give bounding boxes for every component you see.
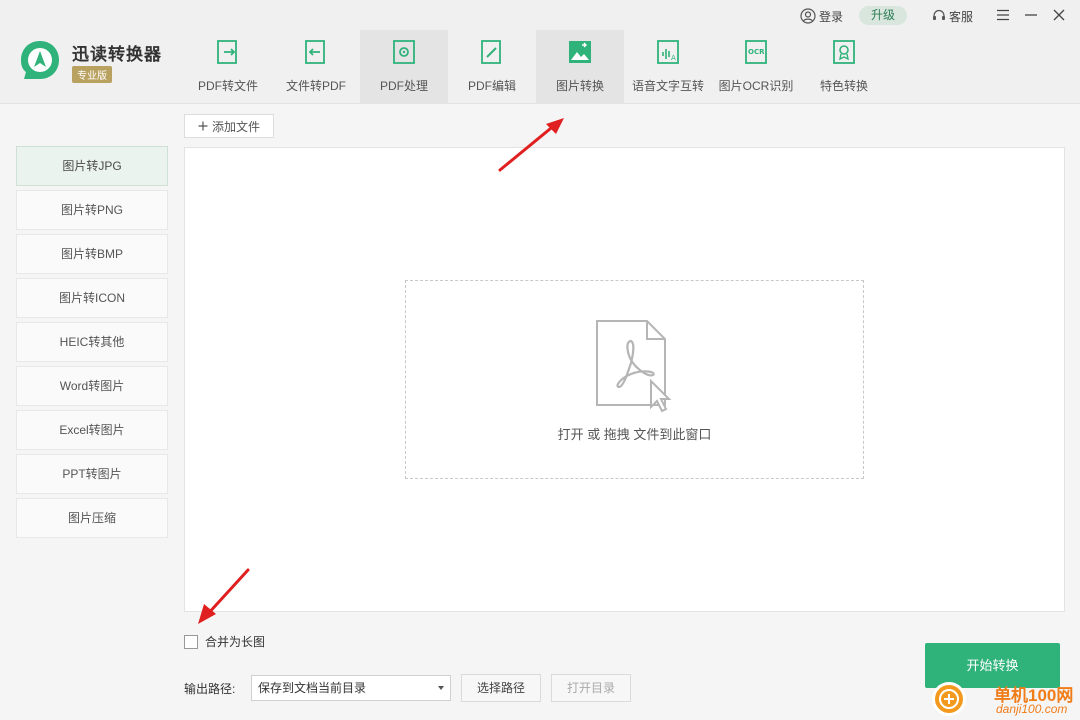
merge-label: 合并为长图 xyxy=(205,635,266,649)
close-button[interactable] xyxy=(1051,6,1067,24)
user-icon xyxy=(800,8,816,24)
watermark-logo-icon xyxy=(932,682,966,716)
sidebar-item-image-to-jpg[interactable]: 图片转JPG xyxy=(16,146,168,186)
tab-label: PDF编辑 xyxy=(467,79,516,93)
pdf-export-icon xyxy=(217,40,237,64)
ocr-icon: OCR xyxy=(745,40,767,64)
tab-voice-text[interactable]: A 语音文字互转 xyxy=(624,30,712,104)
sidebar-item-image-compress[interactable]: 图片压缩 xyxy=(16,498,168,538)
merge-checkbox[interactable] xyxy=(184,634,198,649)
choose-path-button[interactable]: 选择路径 xyxy=(461,674,541,702)
sidebar-item-excel-to-image[interactable]: Excel转图片 xyxy=(16,410,168,450)
tab-image-ocr[interactable]: OCR 图片OCR识别 xyxy=(712,30,800,104)
sidebar-item-heic-to-other[interactable]: HEIC转其他 xyxy=(16,322,168,362)
tab-label: PDF转文件 xyxy=(197,79,258,93)
login-link[interactable]: 登录 xyxy=(800,6,843,26)
svg-text:A: A xyxy=(671,54,676,62)
annotation-arrow-icon xyxy=(198,568,250,624)
sidebar-item-image-to-bmp[interactable]: 图片转BMP xyxy=(16,234,168,274)
plus-icon xyxy=(198,121,208,131)
watermark: 单机100网 danji100.com xyxy=(930,680,1080,720)
sidebar-item-word-to-image[interactable]: Word转图片 xyxy=(16,366,168,406)
menu-button[interactable] xyxy=(995,6,1011,24)
login-label: 登录 xyxy=(819,9,844,24)
tab-label: 图片转换 xyxy=(555,79,604,93)
headset-icon xyxy=(933,9,945,20)
edition-badge: 专业版 xyxy=(72,66,112,83)
merge-long-image-option[interactable]: 合并为长图 xyxy=(184,633,265,650)
output-path-value: 保存到文档当前目录 xyxy=(258,681,367,695)
app-logo-icon xyxy=(21,41,59,79)
minimize-button[interactable] xyxy=(1023,6,1039,24)
tab-file-to-pdf[interactable]: 文件转PDF xyxy=(272,30,360,104)
svg-text:OCR: OCR xyxy=(748,48,765,56)
tab-label: 语音文字互转 xyxy=(631,79,704,93)
tab-label: 文件转PDF xyxy=(285,79,346,93)
pdf-process-icon xyxy=(393,40,415,64)
menu-icon xyxy=(997,9,1009,21)
add-file-button[interactable]: 添加文件 xyxy=(184,114,274,138)
drop-zone[interactable]: 打开 或 拖拽 文件到此窗口 xyxy=(405,280,864,479)
app-title: 迅读转换器 xyxy=(72,45,162,64)
annotation-arrow-icon xyxy=(498,118,564,172)
open-directory-button[interactable]: 打开目录 xyxy=(551,674,631,702)
tab-label: 特色转换 xyxy=(819,79,868,93)
pdf-edit-icon xyxy=(481,40,501,64)
tab-pdf-edit[interactable]: PDF编辑 xyxy=(448,30,536,104)
image-convert-icon xyxy=(569,41,591,63)
watermark-line2: danji100.com xyxy=(996,702,1068,716)
tab-label: 图片OCR识别 xyxy=(718,79,794,93)
sidebar-item-image-to-png[interactable]: 图片转PNG xyxy=(16,190,168,230)
tab-image-convert[interactable]: 图片转换 xyxy=(536,30,624,104)
voice-text-icon: A xyxy=(657,40,679,64)
customer-service-link[interactable]: 客服 xyxy=(932,6,973,26)
header: 迅读转换器 专业版 PDF转文件 文件转PDF PDF处理 PDF编辑 图片转换… xyxy=(0,0,1080,104)
tab-label: PDF处理 xyxy=(379,79,428,93)
tab-pdf-process[interactable]: PDF处理 xyxy=(360,30,448,104)
upgrade-button[interactable]: 升级 xyxy=(859,6,907,25)
pdf-import-icon xyxy=(305,40,325,64)
output-path-select[interactable]: 保存到文档当前目录 xyxy=(251,675,451,701)
sidebar-item-image-to-icon[interactable]: 图片转ICON xyxy=(16,278,168,318)
pdf-file-icon xyxy=(596,320,672,413)
tab-pdf-to-file[interactable]: PDF转文件 xyxy=(184,30,272,104)
special-convert-icon xyxy=(833,40,855,64)
add-file-label: 添加文件 xyxy=(211,119,260,134)
minimize-icon xyxy=(1025,14,1037,16)
drop-hint: 打开 或 拖拽 文件到此窗口 xyxy=(557,427,712,442)
sidebar-item-ppt-to-image[interactable]: PPT转图片 xyxy=(16,454,168,494)
service-label: 客服 xyxy=(949,9,974,24)
close-icon xyxy=(1053,9,1065,21)
output-path-label: 输出路径: xyxy=(184,682,236,696)
dropdown-caret-icon xyxy=(438,686,444,690)
tab-special-convert[interactable]: 特色转换 xyxy=(800,30,888,104)
